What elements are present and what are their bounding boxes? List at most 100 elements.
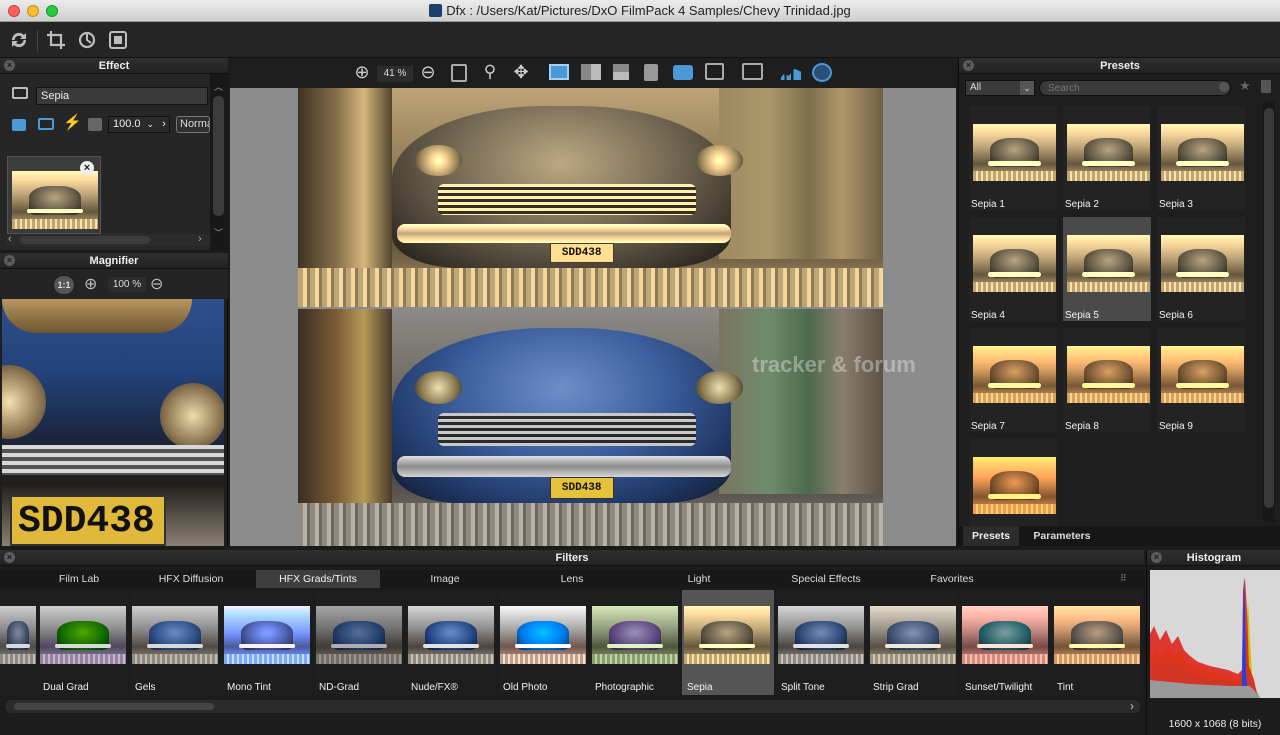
effect-name-field[interactable]: Sepia: [36, 87, 208, 105]
zoom-in-icon[interactable]: ⊕: [84, 274, 97, 294]
opacity-dropdown-icon[interactable]: ⌄: [147, 119, 155, 129]
tab-image[interactable]: Image: [380, 570, 510, 588]
presets-scrollbar[interactable]: [1263, 102, 1275, 522]
split-view-icon[interactable]: [549, 64, 569, 80]
fit-screen-icon[interactable]: [106, 28, 130, 52]
hscroll-thumb[interactable]: [20, 236, 150, 244]
preset-item-selected[interactable]: Sepia 5: [1063, 217, 1151, 321]
loupe-icon[interactable]: [812, 63, 832, 82]
rotate-icon[interactable]: [75, 28, 99, 52]
tab-favorites[interactable]: Favorites: [888, 570, 1016, 588]
favorite-star-icon[interactable]: ★: [1239, 78, 1251, 94]
filter-item[interactable]: Tint: [1052, 590, 1142, 695]
chevron-down-icon[interactable]: ⌄: [1020, 81, 1034, 95]
tab-lens[interactable]: Lens: [510, 570, 634, 588]
close-window-button[interactable]: [8, 5, 20, 17]
filter-item[interactable]: Gels: [130, 590, 220, 695]
fit-icon[interactable]: [451, 64, 467, 82]
scroll-right-icon[interactable]: ›: [1130, 699, 1134, 713]
close-icon[interactable]: ×: [4, 552, 15, 563]
opacity-field[interactable]: 100.0 ⌄ ›: [108, 116, 170, 133]
before-after-icon[interactable]: [613, 64, 629, 80]
filter-label: Photographic: [595, 682, 654, 693]
close-icon[interactable]: ×: [4, 255, 15, 266]
trash-icon[interactable]: [1261, 80, 1271, 93]
blend-mode-select[interactable]: Normal: [176, 116, 210, 133]
preset-item[interactable]: Sepia 9: [1157, 328, 1245, 432]
display-icon[interactable]: [705, 63, 724, 80]
magnifier-panel: × Magnifier 1:1 ⊕ 100 % ⊖ SDD438: [0, 253, 228, 546]
tab-presets[interactable]: Presets: [963, 526, 1019, 546]
remove-effect-icon[interactable]: ×: [80, 161, 94, 175]
filter-item[interactable]: Mono Tint: [222, 590, 312, 695]
filter-item[interactable]: Sunset/Twilight: [960, 590, 1050, 695]
filter-item[interactable]: Dual Grad: [38, 590, 128, 695]
preset-label: Sepia 9: [1159, 421, 1193, 432]
preset-item[interactable]: Sepia 2: [1063, 106, 1151, 210]
zoom-in-icon[interactable]: ⊕: [351, 61, 373, 83]
effect-thumbnail-frame[interactable]: ×: [7, 156, 101, 234]
preset-search-input[interactable]: [1039, 80, 1231, 96]
filter-item-selected[interactable]: Sepia: [682, 590, 774, 695]
preset-item[interactable]: Sepia 8: [1063, 328, 1151, 432]
preset-item[interactable]: Sepia 3: [1157, 106, 1245, 210]
single-view-icon[interactable]: [644, 64, 658, 81]
filter-item[interactable]: ND-Grad: [314, 590, 404, 695]
image-viewer[interactable]: SDD438 SDD438 tracker & forum: [230, 88, 956, 546]
tab-special-effects[interactable]: Special Effects: [764, 570, 888, 588]
scroll-down-icon[interactable]: ﹀: [214, 226, 223, 239]
histogram-toggle-icon[interactable]: [779, 68, 801, 80]
magnifier-view[interactable]: SDD438: [2, 299, 224, 546]
filter-item[interactable]: Photographic: [590, 590, 680, 695]
tab-parameters[interactable]: Parameters: [1025, 526, 1099, 546]
zoom-window-button[interactable]: [46, 5, 58, 17]
edit-icon[interactable]: [12, 119, 26, 131]
scroll-right-icon[interactable]: ›: [198, 233, 202, 245]
tab-hfx-diffusion[interactable]: HFX Diffusion: [126, 570, 256, 588]
tab-light[interactable]: Light: [634, 570, 764, 588]
preset-label: Sepia 2: [1065, 199, 1099, 210]
effect-scrollbar[interactable]: ︿ ﹀: [210, 74, 228, 250]
minimize-window-button[interactable]: [27, 5, 39, 17]
close-icon[interactable]: ×: [1151, 552, 1162, 563]
preset-item[interactable]: Sepia 7: [969, 328, 1057, 432]
filter-label: Dual Grad: [43, 682, 89, 693]
tab-hfx-grads-tints[interactable]: HFX Grads/Tints: [256, 570, 380, 588]
close-icon[interactable]: ×: [963, 60, 974, 71]
filter-item[interactable]: Old Photo: [498, 590, 588, 695]
filters-scroll-thumb[interactable]: [14, 703, 214, 710]
close-icon[interactable]: ×: [4, 60, 15, 71]
side-by-side-icon[interactable]: [581, 64, 601, 80]
preset-item[interactable]: Sepia 1: [969, 106, 1057, 210]
preset-item[interactable]: Sepia 6: [1157, 217, 1245, 321]
refresh-icon[interactable]: [7, 28, 31, 52]
crop-icon[interactable]: [44, 28, 68, 52]
filters-hscroll[interactable]: ›: [6, 699, 1140, 713]
pan-icon[interactable]: ✥: [510, 61, 532, 83]
presets-scroll-thumb[interactable]: [1264, 108, 1274, 508]
preset-item[interactable]: Sepia 4: [969, 217, 1057, 321]
filter-item[interactable]: Split Tone: [776, 590, 866, 695]
monitor-icon[interactable]: [38, 118, 54, 130]
filter-item[interactable]: [0, 590, 38, 695]
clear-search-icon[interactable]: [1219, 82, 1229, 92]
compare-icon[interactable]: [742, 63, 763, 80]
preset-filter-select[interactable]: All ⌄: [965, 80, 1035, 96]
scroll-thumb[interactable]: [213, 96, 224, 216]
scroll-left-icon[interactable]: ‹: [8, 233, 12, 245]
opacity-step-icon[interactable]: ›: [162, 118, 166, 130]
zoom-out-icon[interactable]: ⊖: [417, 61, 439, 83]
scroll-up-icon[interactable]: ︿: [214, 80, 223, 93]
presets-panel-title: Presets: [1100, 60, 1140, 72]
filter-item[interactable]: Nude/FX®: [406, 590, 496, 695]
layer-icon[interactable]: [88, 118, 102, 131]
magnifier-tool-icon[interactable]: ⚲: [479, 61, 501, 83]
effect-panel: × Effect Sepia ⚡ 100.0 ⌄ › Normal × ︿ ﹀ ‹ …: [0, 58, 228, 250]
filter-item[interactable]: Strip Grad: [868, 590, 958, 695]
ratio-button[interactable]: 1:1: [54, 276, 74, 294]
grid-menu-icon[interactable]: ⠿: [1120, 573, 1127, 584]
zoom-out-icon[interactable]: ⊖: [150, 274, 163, 294]
effect-hscroll[interactable]: ‹ ›: [6, 233, 210, 246]
camera-icon[interactable]: [673, 65, 693, 80]
lightning-icon[interactable]: ⚡: [63, 113, 82, 131]
